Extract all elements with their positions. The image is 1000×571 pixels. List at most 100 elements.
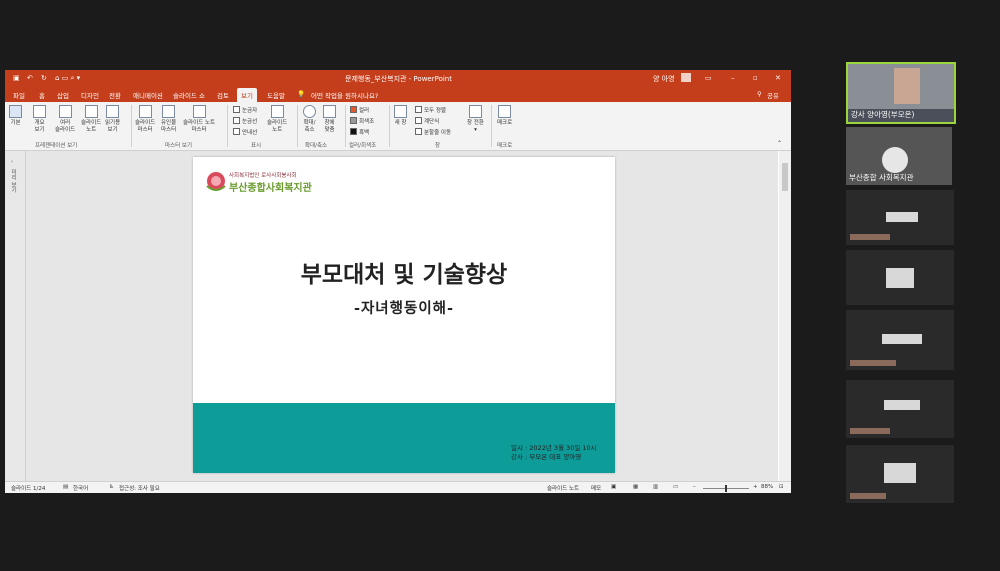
zoom-level[interactable]: 88% <box>761 484 773 490</box>
slide-master-button[interactable]: 슬라이드 마스터 <box>135 105 155 134</box>
language-indicator[interactable]: 한국어 <box>73 484 88 492</box>
ruler-checkbox[interactable]: 눈금자 <box>233 106 257 114</box>
ribbon-separator <box>227 105 228 147</box>
undo-icon[interactable]: ↶ <box>27 74 33 82</box>
accessibility-icon: ♿ <box>109 484 114 490</box>
participant-name <box>850 428 890 434</box>
fit-slide-icon[interactable]: ⊡ <box>779 484 784 490</box>
tab-help[interactable]: 도움말 <box>267 90 285 100</box>
color-swatch-icon <box>350 106 357 113</box>
zoom-out-button[interactable]: – <box>693 484 696 490</box>
sorter-view-status-icon[interactable]: ▦ <box>633 484 638 490</box>
ribbon-separator <box>389 105 390 147</box>
slide-counter: 슬라이드 1/24 <box>11 486 46 492</box>
notes-master-button[interactable]: 슬라이드 노트 마스터 <box>183 105 215 134</box>
switch-windows-button[interactable]: 창 전환 ▾ <box>467 105 484 134</box>
avatar <box>882 334 922 344</box>
slideshow-status-icon[interactable]: ▭ <box>673 484 678 490</box>
tab-transitions[interactable]: 전환 <box>109 90 121 100</box>
slide-master-icon <box>138 105 152 118</box>
participant-tile-speaker[interactable]: 강사 양아영(부모온) <box>846 62 956 124</box>
memo-toggle[interactable]: 메모 <box>591 484 601 492</box>
new-window-button[interactable]: 새 창 <box>394 105 407 127</box>
checkbox-icon <box>233 128 240 135</box>
tab-review[interactable]: 검토 <box>217 90 229 100</box>
lightbulb-icon: 💡 <box>297 90 306 98</box>
checkbox-icon <box>233 117 240 124</box>
tab-slideshow[interactable]: 슬라이드 쇼 <box>173 90 205 100</box>
notes-icon <box>270 105 284 118</box>
checkbox-icon <box>233 106 240 113</box>
notes-page-button[interactable]: 슬라이드 노트 <box>81 105 101 134</box>
save-icon[interactable]: ▣ <box>13 74 20 82</box>
video-face <box>882 147 908 173</box>
normal-view-button[interactable]: 기본 <box>9 105 22 127</box>
reading-view-status-icon[interactable]: ▥ <box>653 484 658 490</box>
tab-animations[interactable]: 애니메이션 <box>133 90 163 100</box>
tab-insert[interactable]: 삽입 <box>57 90 69 100</box>
color-option[interactable]: 컬러 <box>350 106 369 114</box>
redo-icon[interactable]: ↻ <box>41 74 47 82</box>
title-bar: ▣ ↶ ↻ ⌂ ▭ ⌕ ▾ 문제행동_부산복지관 - PowerPoint 양 … <box>5 70 791 86</box>
close-button[interactable]: ✕ <box>775 74 781 82</box>
grayscale-option[interactable]: 회색조 <box>350 117 374 125</box>
zoom-in-button[interactable]: + <box>753 484 758 490</box>
share-button[interactable]: 공유 <box>767 90 779 100</box>
switch-windows-icon <box>468 105 482 118</box>
maximize-button[interactable]: ▫ <box>753 74 758 82</box>
guides-checkbox[interactable]: 안내선 <box>233 128 257 136</box>
participant-tile[interactable] <box>846 310 954 370</box>
macros-button[interactable]: 매크로 <box>497 105 512 127</box>
slide-canvas[interactable]: 사회복지법인 로사사회봉사회 부산종합사회복지관 부모대처 및 기술향상 -자녀… <box>193 157 615 473</box>
participant-tile[interactable] <box>846 445 954 503</box>
tab-file[interactable]: 파일 <box>13 90 25 100</box>
slide-sorter-button[interactable]: 여러 슬라이드 <box>55 105 75 134</box>
thumbnail-pane-collapsed[interactable]: › 미리 보기 <box>5 151 26 481</box>
tell-me-input[interactable]: 어떤 작업을 원하시나요? <box>311 90 378 100</box>
fit-to-window-button[interactable]: 창에 맞춤 <box>323 105 336 134</box>
participant-tile[interactable] <box>846 250 954 305</box>
expand-thumbnails-icon[interactable]: › <box>11 159 13 165</box>
reading-view-button[interactable]: 읽기용 보기 <box>105 105 120 134</box>
vertical-scrollbar[interactable] <box>779 151 791 481</box>
outline-view-button[interactable]: 개요 보기 <box>33 105 46 134</box>
slide-footer-band <box>193 403 615 473</box>
participant-tile[interactable] <box>846 380 954 438</box>
ribbon-display-icon[interactable]: ▭ <box>705 74 712 82</box>
participant-tile[interactable] <box>846 190 954 245</box>
group-macros: 매크로 <box>497 143 513 149</box>
minimize-button[interactable]: – <box>731 74 735 82</box>
proofing-icon[interactable]: ▤ <box>63 484 68 490</box>
outline-view-icon <box>33 105 46 118</box>
arrange-icon <box>415 106 422 113</box>
notes-button[interactable]: 슬라이드 노트 <box>267 105 287 134</box>
avatar <box>884 400 920 410</box>
avatar <box>886 212 918 222</box>
gridlines-checkbox[interactable]: 눈금선 <box>233 117 257 125</box>
quick-access-icon[interactable]: ⌂ ▭ ⌕ ▾ <box>55 74 80 83</box>
avatar[interactable] <box>681 73 691 82</box>
cascade-button[interactable]: 계단식 <box>415 117 439 125</box>
scrollbar-thumb[interactable] <box>782 163 788 191</box>
user-name[interactable]: 양 아영 <box>653 74 675 84</box>
accessibility-status[interactable]: 접근성: 조사 필요 <box>119 484 160 492</box>
zoom-slider-handle[interactable] <box>725 485 727 492</box>
collapse-ribbon-icon[interactable]: ⌃ <box>777 140 782 147</box>
black-white-option[interactable]: 흑백 <box>350 128 369 136</box>
move-split-button[interactable]: 분할줄 이동 <box>415 128 451 136</box>
tab-view[interactable]: 보기 <box>237 88 257 103</box>
split-icon <box>415 128 422 135</box>
zoom-button[interactable]: 확대/ 축소 <box>303 105 316 134</box>
notes-toggle[interactable]: 슬라이드 노트 <box>547 484 579 492</box>
share-icon[interactable]: ⚲ <box>757 90 762 98</box>
participant-tile-center[interactable]: 부산종합 사회복지관 <box>846 127 952 185</box>
thumbnail-label: 미리 보기 <box>10 169 16 193</box>
participant-name <box>850 493 886 499</box>
ribbon-tabs: 파일 홈 삽입 디자인 전환 애니메이션 슬라이드 쇼 검토 보기 도움말 💡 … <box>5 86 791 103</box>
tab-home[interactable]: 홈 <box>39 90 45 100</box>
normal-view-status-icon[interactable]: ▣ <box>611 484 616 490</box>
arrange-all-button[interactable]: 모두 정렬 <box>415 106 446 114</box>
tab-design[interactable]: 디자인 <box>81 90 99 100</box>
handout-master-button[interactable]: 유인물 마스터 <box>161 105 176 134</box>
group-zoom: 확대/축소 <box>305 143 328 149</box>
